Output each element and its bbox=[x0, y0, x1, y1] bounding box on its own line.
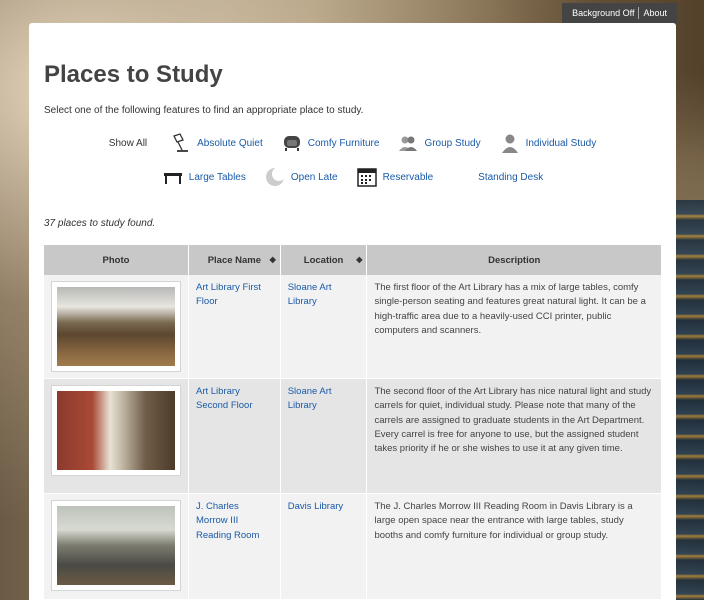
place-name-link[interactable]: Art Library Second Floor bbox=[196, 386, 253, 411]
photo-frame bbox=[51, 500, 181, 591]
filter-comfy-furniture[interactable]: Comfy Furniture bbox=[281, 132, 380, 154]
column-header-location[interactable]: Location ◆ bbox=[280, 245, 368, 275]
about-link[interactable]: About bbox=[639, 8, 671, 18]
place-name-cell: Art Library Second Floor bbox=[188, 378, 281, 494]
moon-icon bbox=[264, 166, 286, 188]
place-photo[interactable] bbox=[57, 287, 175, 366]
photo-frame bbox=[51, 281, 181, 372]
filter-row-2: Large Tables Open Late Reservable Standi… bbox=[29, 166, 676, 188]
table-row: Art Library First Floor Sloane Art Libra… bbox=[44, 275, 662, 379]
location-link[interactable]: Sloane Art Library bbox=[288, 282, 332, 307]
filter-reservable[interactable]: Reservable bbox=[356, 166, 434, 188]
filter-label: Large Tables bbox=[188, 171, 246, 183]
table-row: J. Charles Morrow III Reading Room Davis… bbox=[44, 493, 662, 600]
filter-show-all[interactable]: Show All bbox=[109, 138, 147, 149]
background-book-spine bbox=[676, 200, 704, 600]
intro-text: Select one of the following features to … bbox=[44, 105, 364, 116]
page-title: Places to Study bbox=[44, 61, 223, 88]
location-cell: Sloane Art Library bbox=[280, 378, 368, 494]
filter-label: Comfy Furniture bbox=[307, 137, 380, 149]
filter-open-late[interactable]: Open Late bbox=[264, 166, 338, 188]
filter-group-study[interactable]: Group Study bbox=[397, 132, 481, 154]
place-name-link[interactable]: J. Charles Morrow III Reading Room bbox=[196, 501, 259, 541]
table-row: Art Library Second Floor Sloane Art Libr… bbox=[44, 378, 662, 494]
column-header-place-name[interactable]: Place Name ◆ bbox=[188, 245, 281, 275]
location-cell: Davis Library bbox=[280, 493, 368, 600]
filter-large-tables[interactable]: Large Tables bbox=[162, 166, 246, 188]
filter-absolute-quiet[interactable]: Absolute Quiet bbox=[170, 132, 263, 154]
place-name-cell: Art Library First Floor bbox=[188, 275, 281, 379]
place-name-link[interactable]: Art Library First Floor bbox=[196, 282, 261, 307]
description-cell: The first floor of the Art Library has a… bbox=[366, 275, 662, 379]
calendar-icon bbox=[356, 166, 378, 188]
background-off-link[interactable]: Background Off bbox=[568, 8, 638, 18]
description-cell: The second floor of the Art Library has … bbox=[366, 378, 662, 494]
filter-label: Standing Desk bbox=[478, 171, 544, 183]
photo-cell bbox=[44, 493, 189, 600]
filter-label: Group Study bbox=[424, 137, 481, 149]
table-header-row: Photo Place Name ◆ Location ◆ Description bbox=[44, 245, 662, 275]
top-links-bar: Background Off About bbox=[562, 3, 677, 23]
lamp-icon bbox=[170, 132, 192, 154]
place-photo[interactable] bbox=[57, 391, 175, 470]
filter-row-1: Show All Absolute Quiet Comfy Furniture … bbox=[29, 132, 676, 154]
places-table: Photo Place Name ◆ Location ◆ Description … bbox=[44, 245, 662, 600]
results-count: 37 places to study found. bbox=[44, 218, 156, 229]
column-header-description: Description bbox=[366, 245, 662, 275]
place-name-cell: J. Charles Morrow III Reading Room bbox=[188, 493, 281, 600]
location-cell: Sloane Art Library bbox=[280, 275, 368, 379]
person-icon bbox=[499, 132, 521, 154]
standing-desk-icon bbox=[451, 166, 473, 188]
location-link[interactable]: Sloane Art Library bbox=[288, 386, 332, 411]
filter-label: Absolute Quiet bbox=[197, 137, 263, 149]
column-header-photo: Photo bbox=[44, 245, 189, 275]
filter-label: Open Late bbox=[290, 171, 338, 183]
photo-cell bbox=[44, 378, 189, 494]
filter-label: Reservable bbox=[382, 171, 434, 183]
filter-label: Individual Study bbox=[525, 137, 597, 149]
sort-icon: ◆ bbox=[356, 255, 363, 264]
content-panel: Places to Study Select one of the follow… bbox=[29, 23, 676, 600]
filter-standing-desk[interactable]: Standing Desk bbox=[451, 166, 543, 188]
sort-icon: ◆ bbox=[269, 255, 276, 264]
location-link[interactable]: Davis Library bbox=[288, 501, 343, 512]
table-icon bbox=[162, 166, 184, 188]
filter-individual-study[interactable]: Individual Study bbox=[499, 132, 597, 154]
description-cell: The J. Charles Morrow III Reading Room i… bbox=[366, 493, 662, 600]
armchair-icon bbox=[281, 132, 303, 154]
place-photo[interactable] bbox=[57, 506, 175, 585]
photo-frame bbox=[51, 385, 181, 476]
group-icon bbox=[397, 132, 419, 154]
photo-cell bbox=[44, 275, 189, 379]
